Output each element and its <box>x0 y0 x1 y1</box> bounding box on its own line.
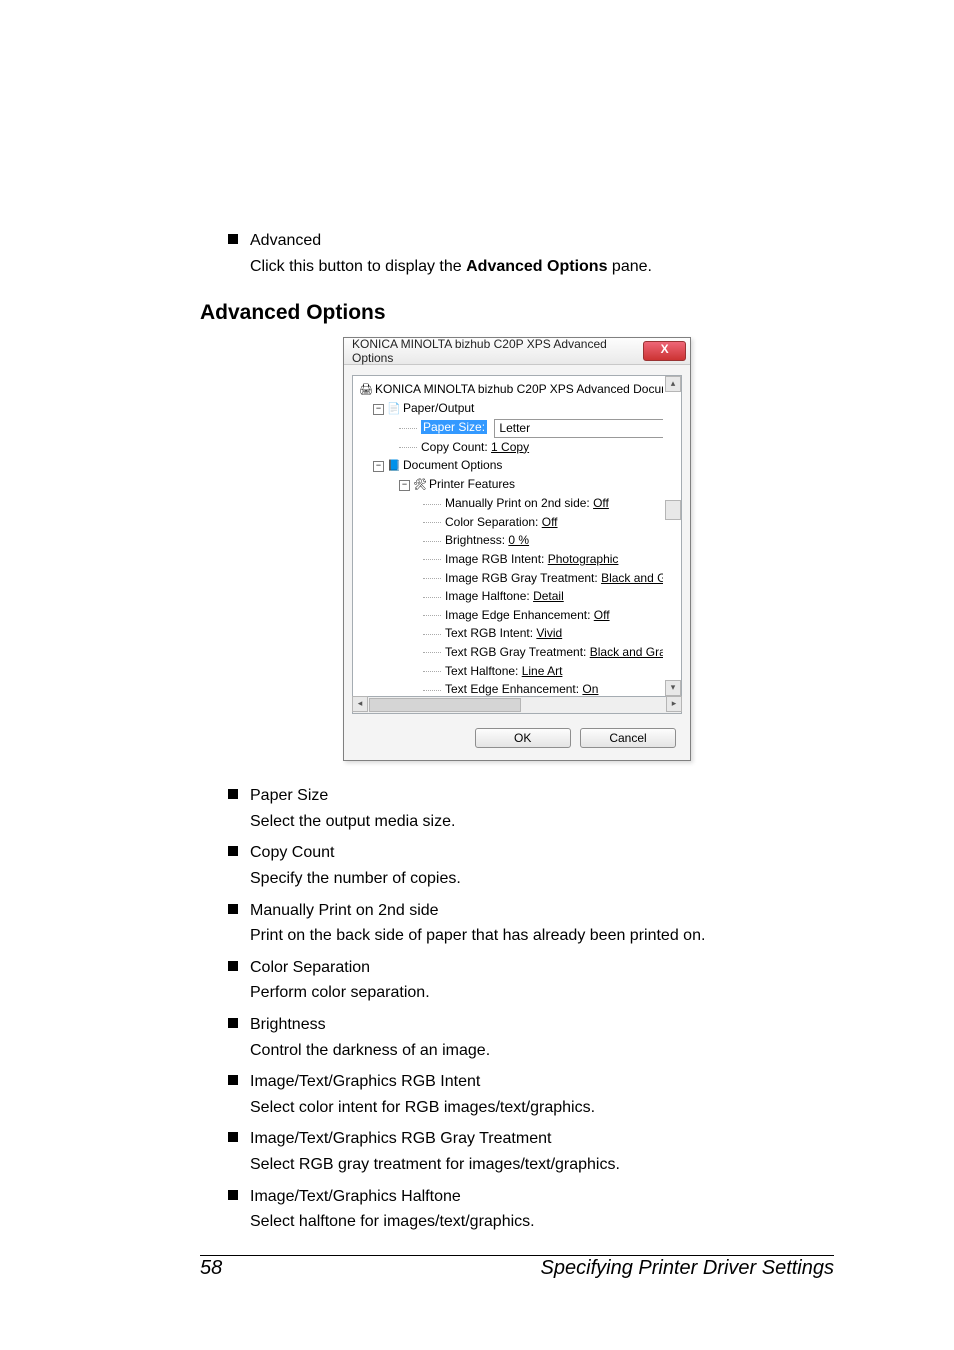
collapse-icon[interactable]: − <box>399 480 410 491</box>
bullet-title: Image/Text/Graphics Halftone <box>250 1186 461 1208</box>
scroll-down-icon[interactable]: ▾ <box>665 680 681 696</box>
tree-feature[interactable]: Text Halftone: Line Art <box>359 662 663 681</box>
dialog-titlebar: KONICA MINOLTA bizhub C20P XPS Advanced … <box>344 338 690 365</box>
bullet-icon <box>228 904 238 914</box>
close-button[interactable]: X <box>643 341 686 361</box>
cancel-button[interactable]: Cancel <box>580 728 676 748</box>
bullet-icon <box>228 1075 238 1085</box>
paper-size-dropdown[interactable]: Letter <box>494 419 663 438</box>
bullet-desc: Perform color separation. <box>250 982 834 1004</box>
footer-title: Specifying Printer Driver Settings <box>541 1257 834 1280</box>
features-icon: 🛠 <box>413 477 427 494</box>
bullet-title: Brightness <box>250 1014 326 1036</box>
dialog-title: KONICA MINOLTA bizhub C20P XPS Advanced … <box>352 337 643 365</box>
tree-paper-size[interactable]: Paper Size: Letter <box>359 418 663 437</box>
bullet-icon <box>228 1190 238 1200</box>
tree-feature[interactable]: Text Edge Enhancement: On <box>359 680 663 699</box>
bullet-title: Manually Print on 2nd side <box>250 900 439 922</box>
tree-feature[interactable]: Brightness: 0 % <box>359 531 663 550</box>
tree-feature[interactable]: Image Edge Enhancement: Off <box>359 606 663 625</box>
scroll-right-icon[interactable]: ▸ <box>666 696 682 712</box>
bullet-icon <box>228 1018 238 1028</box>
tree-root[interactable]: 🖨KONICA MINOLTA bizhub C20P XPS Advanced… <box>359 380 663 399</box>
bullet-title: Copy Count <box>250 842 335 864</box>
page-number: 58 <box>200 1257 222 1280</box>
advanced-options-dialog: KONICA MINOLTA bizhub C20P XPS Advanced … <box>343 337 691 761</box>
bullet-title: Paper Size <box>250 785 328 807</box>
collapse-icon[interactable]: − <box>373 461 384 472</box>
tree-printer-features[interactable]: −🛠Printer Features <box>359 475 663 494</box>
tree-feature[interactable]: Image RGB Intent: Photographic <box>359 550 663 569</box>
horizontal-scrollbar[interactable]: ◂ ▸ <box>352 697 682 714</box>
bullet-desc: Select halftone for images/text/graphics… <box>250 1211 834 1233</box>
bullet-desc: Specify the number of copies. <box>250 868 834 890</box>
bullet-title: Image/Text/Graphics RGB Intent <box>250 1071 480 1093</box>
collapse-icon[interactable]: − <box>373 404 384 415</box>
section-heading-advanced-options: Advanced Options <box>200 301 834 325</box>
printer-icon: 🖨 <box>359 382 373 399</box>
paper-size-label: Paper Size: <box>421 420 487 434</box>
bullet-desc-advanced: Click this button to display the Advance… <box>250 256 834 278</box>
tree-copy-count[interactable]: Copy Count: 1 Copy <box>359 438 663 457</box>
bullet-icon <box>228 789 238 799</box>
bullet-title: Color Separation <box>250 957 370 979</box>
tree-feature[interactable]: Image RGB Gray Treatment: Black and Gray <box>359 569 663 588</box>
hscroll-thumb[interactable] <box>369 698 521 712</box>
tree-feature[interactable]: Color Separation: Off <box>359 513 663 532</box>
scroll-left-icon[interactable]: ◂ <box>352 696 368 712</box>
bullet-desc: Select color intent for RGB images/text/… <box>250 1097 834 1119</box>
paper-icon: 📄 <box>387 401 401 418</box>
bullet-desc: Print on the back side of paper that has… <box>250 925 834 947</box>
ok-button[interactable]: OK <box>475 728 571 748</box>
bullet-desc: Select the output media size. <box>250 811 834 833</box>
bullet-title: Image/Text/Graphics RGB Gray Treatment <box>250 1128 551 1150</box>
bullet-icon <box>228 234 238 244</box>
tree-feature[interactable]: Image Halftone: Detail <box>359 587 663 606</box>
footer-rule <box>200 1255 834 1256</box>
tree-feature[interactable]: Text RGB Gray Treatment: Black and Gray <box>359 643 663 662</box>
scrollbar-thumb[interactable] <box>665 500 681 520</box>
bullet-icon <box>228 1132 238 1142</box>
tree-feature[interactable]: Manually Print on 2nd side: Off <box>359 494 663 513</box>
tree-feature[interactable]: Text RGB Intent: Vivid <box>359 624 663 643</box>
bullet-desc: Select RGB gray treatment for images/tex… <box>250 1154 834 1176</box>
bullet-icon <box>228 846 238 856</box>
bullet-desc: Control the darkness of an image. <box>250 1040 834 1062</box>
tree-document-options[interactable]: −📘Document Options <box>359 456 663 475</box>
doc-icon: 📘 <box>387 458 401 475</box>
bullet-title-advanced: Advanced <box>250 230 321 252</box>
scroll-up-icon[interactable]: ▴ <box>665 376 681 392</box>
tree-paper-output[interactable]: −📄Paper/Output <box>359 399 663 418</box>
options-tree[interactable]: ▴ ▾ 🖨KONICA MINOLTA bizhub C20P XPS Adva… <box>352 375 682 697</box>
bullet-icon <box>228 961 238 971</box>
